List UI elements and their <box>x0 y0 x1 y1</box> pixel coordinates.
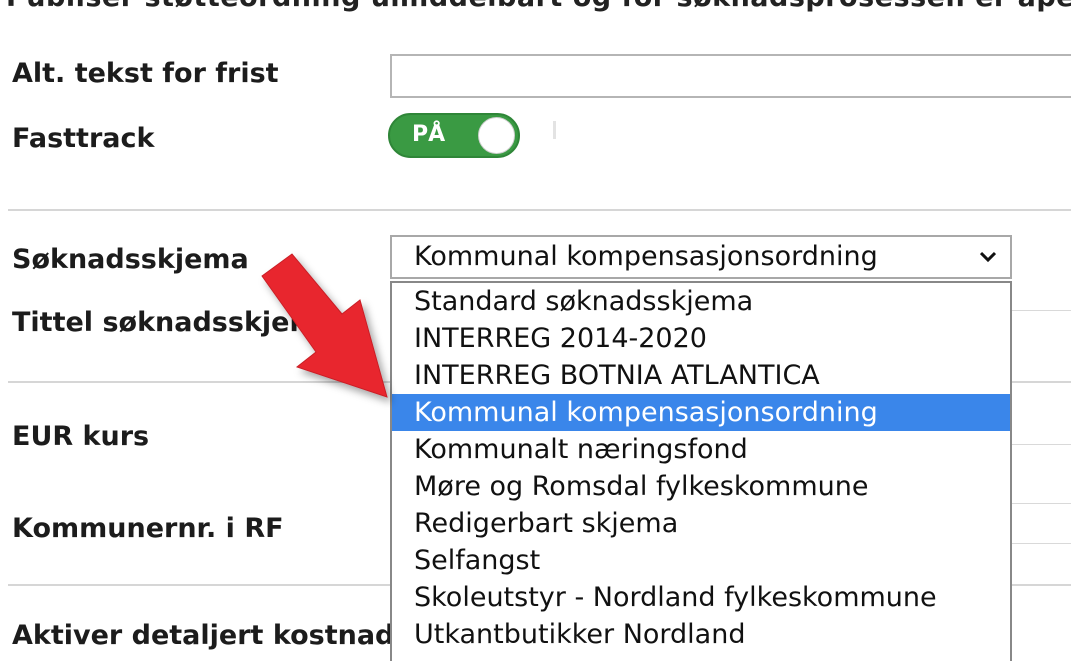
dropdown-option[interactable]: Utkantbutikker Nordland <box>392 616 1010 653</box>
select-value: Kommunal kompensasjonsordning <box>414 241 878 272</box>
toggle-state-text: PÅ <box>412 122 446 147</box>
fasttrack-toggle[interactable]: PÅ <box>388 113 520 158</box>
divider-tick <box>553 121 556 139</box>
dropdown-option[interactable]: INTERREG BOTNIA ATLANTICA <box>392 357 1010 394</box>
fasttrack-label: Fasttrack <box>12 123 155 154</box>
dropdown-option[interactable]: INTERREG 2014-2020 <box>392 320 1010 357</box>
toggle-knob <box>478 117 515 154</box>
soknadsskjema-select[interactable]: Kommunal kompensasjonsordning <box>390 235 1012 279</box>
soknadsskjema-dropdown-list[interactable]: Standard søknadsskjema INTERREG 2014-202… <box>390 281 1012 661</box>
alt-tekst-label: Alt. tekst for frist <box>12 58 279 89</box>
dropdown-option[interactable]: Kommunalt næringsfond <box>392 431 1010 468</box>
top-cut-text: Publiser støtteordning umiddelbart og fo… <box>6 0 1071 13</box>
dropdown-option[interactable]: Møre og Romsdal fylkeskommune <box>392 468 1010 505</box>
dropdown-option[interactable]: Skoleutstyr - Nordland fylkeskommune <box>392 579 1010 616</box>
alt-tekst-input[interactable] <box>390 54 1071 98</box>
dropdown-option-selected[interactable]: Kommunal kompensasjonsordning <box>392 394 1010 431</box>
chevron-down-icon <box>980 251 996 263</box>
dropdown-option[interactable]: Redigerbart skjema <box>392 505 1010 542</box>
dropdown-option[interactable]: Selfangst <box>392 542 1010 579</box>
kommunenr-label: Kommunernr. i RF <box>12 513 284 544</box>
section-divider <box>8 209 1071 211</box>
dropdown-option[interactable]: Standard søknadsskjema <box>392 283 1010 320</box>
aktiver-label: Aktiver detaljert kostnad <box>12 620 395 651</box>
tittel-label: Tittel søknadsskjema <box>12 307 336 338</box>
eur-label: EUR kurs <box>12 421 150 452</box>
soknadsskjema-label: Søknadsskjema <box>12 244 249 275</box>
